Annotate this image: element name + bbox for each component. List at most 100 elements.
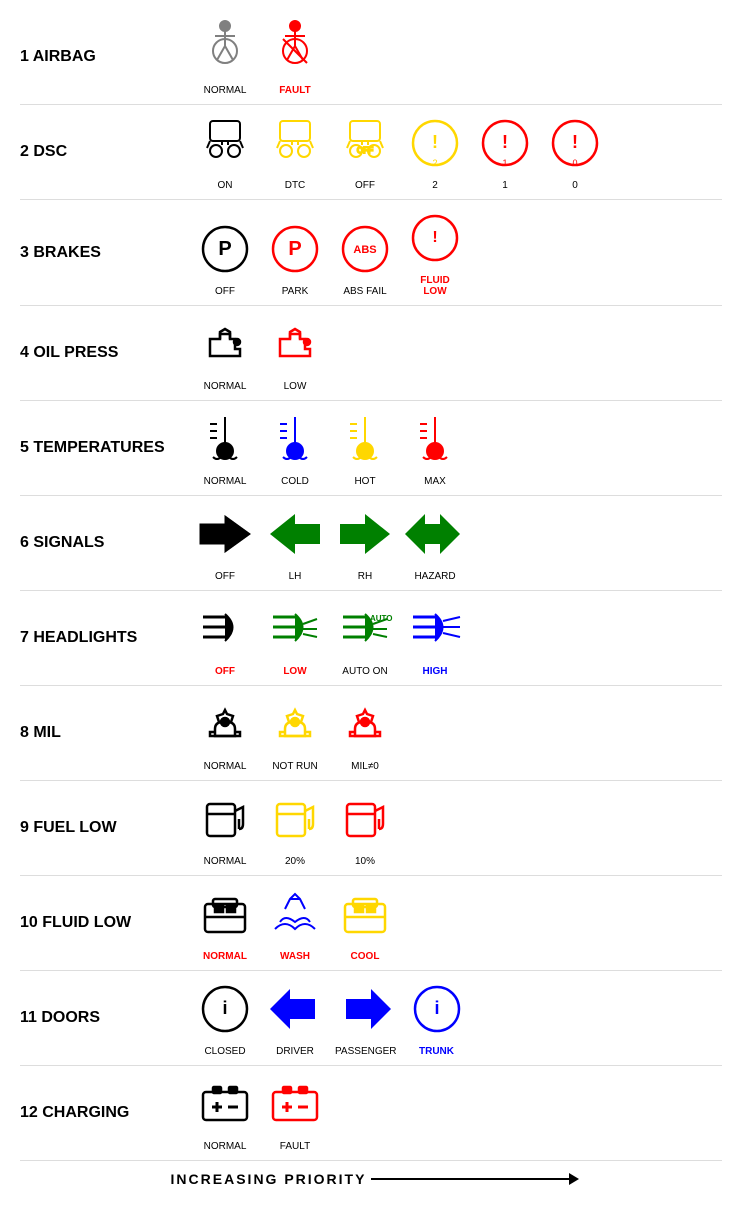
icons-group-headlights: OFF LOW AUTO AUTO ON	[195, 599, 465, 677]
row-label-mil: 8 MIL	[20, 724, 195, 742]
svg-text:!: !	[432, 229, 437, 246]
doors-driver: DRIVER	[265, 979, 325, 1057]
icons-group-oil-press: NORMAL LOW	[195, 314, 325, 392]
airbag-normal-svg	[195, 18, 255, 83]
doors-closed-label: CLOSED	[204, 1046, 245, 1057]
icons-group-temperatures: NORMAL COLD HOT MAX	[195, 409, 465, 487]
brakes-fluid-low: ! FLUIDLOW	[405, 208, 465, 297]
brakes-park: P PARK	[265, 219, 325, 297]
priority-arrow	[371, 1178, 571, 1180]
dsc-1-svg: ! 1	[475, 113, 535, 178]
headlights-low: LOW	[265, 599, 325, 677]
doors-closed: i CLOSED	[195, 979, 255, 1057]
row-label-oil-press: 4 OIL PRESS	[20, 344, 195, 362]
brakes-abs-fail: ABS ABS FAIL	[335, 219, 395, 297]
dsc-0: ! 0 0	[545, 113, 605, 191]
fluid-wash-label: WASH	[280, 951, 310, 962]
svg-text:0: 0	[572, 158, 577, 168]
signal-hazard-svg	[405, 504, 465, 569]
row-brakes: 3 BRAKES P OFF P PARK ABS ABS FAIL ! FLU…	[20, 200, 722, 306]
charging-normal-svg	[195, 1074, 255, 1139]
temp-cold-label: COLD	[281, 476, 309, 487]
fuel-normal-label: NORMAL	[204, 856, 247, 867]
fluid-wash: WASH	[265, 884, 325, 962]
footer-text: INCREASING PRIORITY	[171, 1171, 367, 1187]
row-temperatures: 5 TEMPERATURES NORMAL COLD HOT	[20, 401, 722, 496]
svg-text:!: !	[572, 132, 578, 152]
mil-normal-svg	[195, 694, 255, 759]
svg-text:P: P	[288, 238, 301, 260]
icons-group-airbag: NORMAL FAULT	[195, 18, 325, 96]
dsc-0-svg: ! 0	[545, 113, 605, 178]
svg-text:OFF: OFF	[357, 146, 373, 155]
fuel-normal: NORMAL	[195, 789, 255, 867]
temp-max-label: MAX	[424, 476, 446, 487]
svg-text:1: 1	[502, 158, 507, 168]
row-dsc: 2 DSC ON DTC OFF OFF	[20, 105, 722, 200]
fuel-20-svg	[265, 789, 325, 854]
headlights-low-svg	[265, 599, 325, 664]
headlights-high: HIGH	[405, 599, 465, 677]
icons-group-fuel-low: NORMAL 20% 10%	[195, 789, 395, 867]
dsc-2-svg: ! 2	[405, 113, 465, 178]
signal-hazard-label: HAZARD	[414, 571, 455, 582]
mil-not-run: NOT RUN	[265, 694, 325, 772]
row-label-brakes: 3 BRAKES	[20, 244, 195, 262]
mil-not-run-label: NOT RUN	[272, 761, 317, 772]
fluid-cool-label: COOL	[351, 951, 380, 962]
fluid-normal-label: NORMAL	[203, 951, 247, 962]
icons-group-brakes: P OFF P PARK ABS ABS FAIL ! FLUIDLOW	[195, 208, 465, 297]
svg-text:P: P	[218, 238, 231, 260]
charging-normal: NORMAL	[195, 1074, 255, 1152]
charging-fault-svg	[265, 1074, 325, 1139]
dsc-on-label: ON	[218, 180, 233, 191]
doors-driver-svg	[265, 979, 325, 1044]
doors-trunk: i TRUNK	[407, 979, 467, 1057]
airbag-fault: FAULT	[265, 18, 325, 96]
oil-low: LOW	[265, 314, 325, 392]
temp-hot-label: HOT	[354, 476, 375, 487]
oil-normal-label: NORMAL	[204, 381, 247, 392]
signal-rh: RH	[335, 504, 395, 582]
doors-passenger-svg	[336, 979, 396, 1044]
row-charging: 12 CHARGING NORMAL FAULT	[20, 1066, 722, 1161]
doors-closed-svg: i	[195, 979, 255, 1044]
row-mil: 8 MIL NORMAL NOT RUN MIL≠0	[20, 686, 722, 781]
svg-text:i: i	[434, 998, 439, 1018]
airbag-normal: NORMAL	[195, 18, 255, 96]
signal-off-label: OFF	[215, 571, 235, 582]
fluid-cool: COOL	[335, 884, 395, 962]
temp-cold-svg	[265, 409, 325, 474]
row-label-fuel-low: 9 FUEL LOW	[20, 819, 195, 837]
dsc-2: ! 2 2	[405, 113, 465, 191]
row-fuel-low: 9 FUEL LOW NORMAL 20% 10%	[20, 781, 722, 876]
svg-text:!: !	[432, 132, 438, 152]
charging-normal-label: NORMAL	[204, 1141, 247, 1152]
fluid-normal: NORMAL	[195, 884, 255, 962]
dsc-0-label: 0	[572, 180, 578, 191]
icons-group-signals: OFF LH RH HAZARD	[195, 504, 465, 582]
mil-normal-label: NORMAL	[204, 761, 247, 772]
headlights-low-label: LOW	[283, 666, 306, 677]
row-label-headlights: 7 HEADLIGHTS	[20, 629, 195, 647]
mil-not-run-svg	[265, 694, 325, 759]
oil-low-label: LOW	[284, 381, 307, 392]
footer: INCREASING PRIORITY	[20, 1171, 722, 1187]
mil-fault-label: MIL≠0	[351, 761, 379, 772]
dsc-1-label: 1	[502, 180, 508, 191]
row-fluid-low: 10 FLUID LOW NORMAL WASH COOL	[20, 876, 722, 971]
row-doors: 11 DOORS i CLOSED DRIVER PASSENGER i TRU…	[20, 971, 722, 1066]
fuel-20-label: 20%	[285, 856, 305, 867]
dsc-2-label: 2	[432, 180, 438, 191]
svg-text:!: !	[502, 132, 508, 152]
doors-passenger: PASSENGER	[335, 979, 397, 1057]
dsc-dtc: DTC	[265, 113, 325, 191]
temp-normal-svg	[195, 409, 255, 474]
fluid-normal-svg	[195, 884, 255, 949]
mil-normal: NORMAL	[195, 694, 255, 772]
signal-hazard: HAZARD	[405, 504, 465, 582]
icons-group-mil: NORMAL NOT RUN MIL≠0	[195, 694, 395, 772]
fuel-10-label: 10%	[355, 856, 375, 867]
temp-normal-label: NORMAL	[204, 476, 247, 487]
icons-group-dsc: ON DTC OFF OFF ! 2 2 ! 1	[195, 113, 605, 191]
